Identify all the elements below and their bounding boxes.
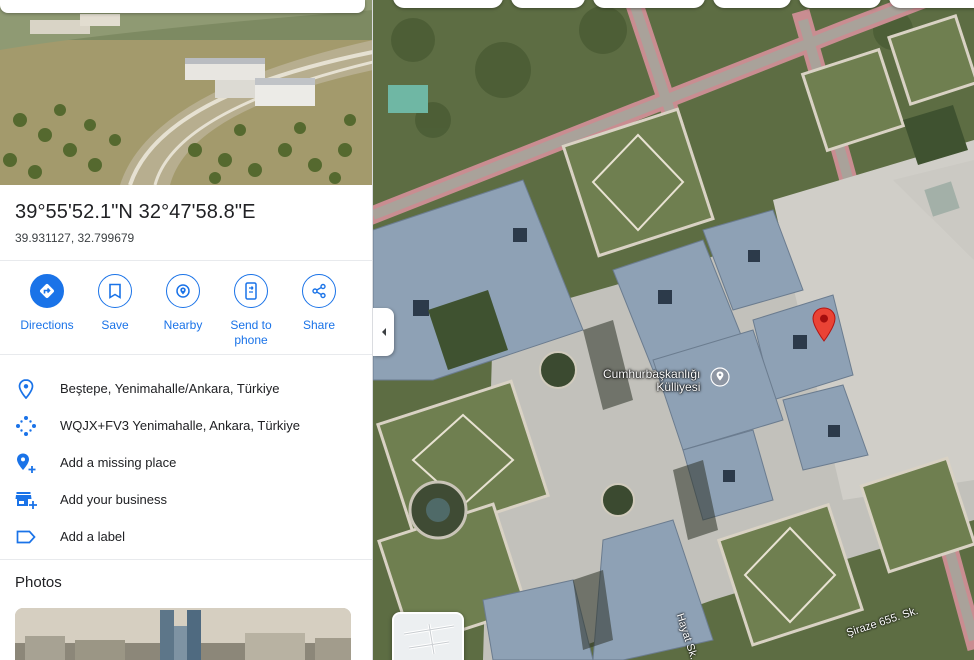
send-to-phone-icon xyxy=(234,274,268,308)
filter-chip[interactable] xyxy=(713,0,791,8)
photo-thumbnail-image xyxy=(15,608,351,660)
plus-code-icon xyxy=(15,415,37,437)
satellite-imagery xyxy=(373,0,974,660)
label-icon xyxy=(15,526,37,548)
address-row[interactable]: Beştepe, Yenimahalle/Ankara, Türkiye xyxy=(0,370,372,407)
map-layer-preview xyxy=(394,614,462,660)
directions-button[interactable]: Directions xyxy=(13,274,81,333)
send-to-phone-button[interactable]: Send to phone xyxy=(217,274,285,348)
directions-label: Directions xyxy=(20,318,74,332)
place-hero-photo[interactable] xyxy=(0,0,372,185)
filter-chip[interactable] xyxy=(593,0,705,8)
share-label: Share xyxy=(302,318,336,332)
hero-photo-image xyxy=(0,0,372,185)
layers-toggle-button[interactable] xyxy=(392,612,464,660)
dropped-pin-icon[interactable] xyxy=(811,307,837,348)
send-to-phone-label: Send to phone xyxy=(230,318,272,347)
side-panel: 39°55'52.1"N 32°47'58.8"E 39.931127, 32.… xyxy=(0,0,373,660)
filter-chip[interactable] xyxy=(889,0,974,8)
place-label-line2: Külliyesi xyxy=(656,380,701,394)
collapse-panel-button[interactable] xyxy=(373,308,394,356)
save-button[interactable]: Save xyxy=(81,274,149,333)
address-text: Beştepe, Yenimahalle/Ankara, Türkiye xyxy=(60,381,280,396)
location-pin-icon xyxy=(15,378,37,400)
satellite-map[interactable]: Cumhurbaşkanlığı Külliyesi Hayat Sk. Şir… xyxy=(373,0,974,660)
filter-chip[interactable] xyxy=(511,0,585,8)
share-button[interactable]: Share xyxy=(285,274,353,333)
add-place-icon xyxy=(15,452,37,474)
nearby-icon xyxy=(166,274,200,308)
divider xyxy=(0,559,372,560)
photo-thumbnail[interactable] xyxy=(15,608,351,660)
add-business-icon xyxy=(15,489,37,511)
add-label-text: Add a label xyxy=(60,529,126,544)
coordinates-decimal[interactable]: 39.931127, 32.799679 xyxy=(15,231,134,245)
filter-chip[interactable] xyxy=(393,0,503,8)
share-icon xyxy=(302,274,336,308)
add-missing-place-row[interactable]: Add a missing place xyxy=(0,444,372,481)
bookmark-icon xyxy=(98,274,132,308)
divider xyxy=(0,354,372,355)
plus-code-row[interactable]: WQJX+FV3 Yenimahalle, Ankara, Türkiye xyxy=(0,407,372,444)
directions-icon xyxy=(30,274,64,308)
action-bar: Directions Save Nearby Send to phone Sha… xyxy=(0,274,372,348)
filter-chip[interactable] xyxy=(799,0,881,8)
nearby-button[interactable]: Nearby xyxy=(149,274,217,333)
place-label[interactable]: Cumhurbaşkanlığı Külliyesi xyxy=(603,368,700,394)
caret-left-icon xyxy=(381,328,386,336)
plus-code-text: WQJX+FV3 Yenimahalle, Ankara, Türkiye xyxy=(60,418,301,433)
nearby-label: Nearby xyxy=(163,318,203,332)
search-box-edge[interactable] xyxy=(0,0,365,13)
coordinates-dms: 39°55'52.1"N 32°47'58.8"E xyxy=(15,201,256,223)
add-missing-place-text: Add a missing place xyxy=(60,455,177,470)
divider xyxy=(0,260,372,261)
add-label-row[interactable]: Add a label xyxy=(0,518,372,555)
government-poi-icon[interactable] xyxy=(710,367,730,392)
photos-heading: Photos xyxy=(15,574,62,591)
add-business-row[interactable]: Add your business xyxy=(0,481,372,518)
save-label: Save xyxy=(101,318,129,332)
add-business-text: Add your business xyxy=(60,492,167,507)
